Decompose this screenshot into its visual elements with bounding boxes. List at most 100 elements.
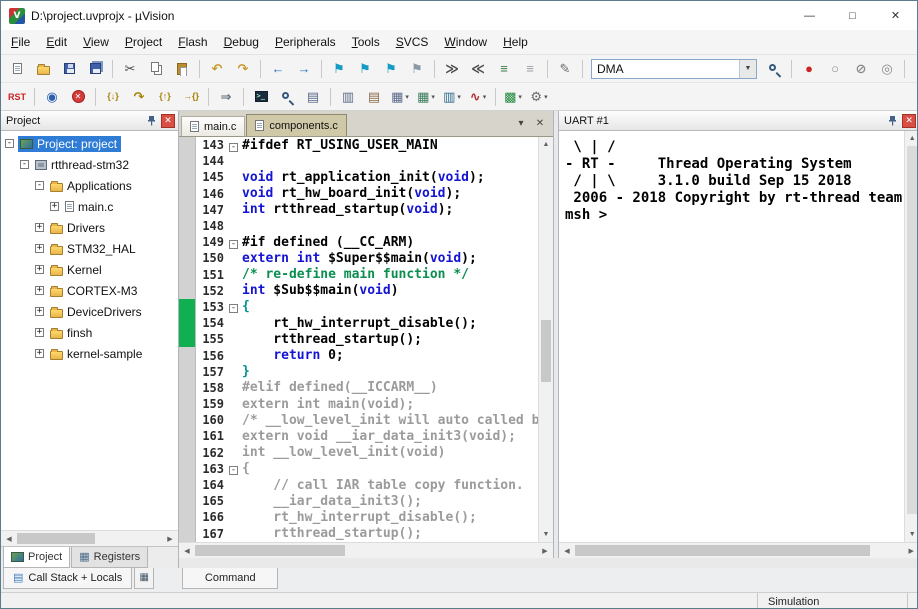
flag-button[interactable]: ⚑ — [910, 58, 917, 80]
editor-vertical-scrollbar[interactable]: ▲ ▼ — [538, 137, 553, 542]
breakpoint-gutter[interactable] — [179, 461, 196, 477]
pin-icon[interactable] — [885, 113, 900, 128]
menu-project[interactable]: Project — [117, 32, 170, 52]
tree-item-body[interactable]: rtthread-stm32 — [33, 157, 133, 173]
save-all-button[interactable] — [83, 58, 107, 80]
redo-button[interactable]: ↷ — [231, 58, 255, 80]
scrollbar-thumb[interactable] — [575, 545, 870, 556]
tab-registers[interactable]: ▦Registers — [71, 547, 148, 568]
project-panel-close-button[interactable]: ✕ — [161, 114, 175, 128]
menu-view[interactable]: View — [75, 32, 117, 52]
breakpoint-gutter[interactable] — [179, 202, 196, 218]
tree-item-kernel[interactable]: + Kernel — [1, 259, 178, 280]
scroll-up-arrow[interactable]: ▲ — [539, 137, 553, 152]
breakpoint-gutter[interactable] — [179, 396, 196, 412]
cut-button[interactable]: ✂ — [118, 58, 142, 80]
maximize-button[interactable]: □ — [831, 1, 874, 30]
tree-item-stm32-hal[interactable]: +STM32_HAL — [1, 238, 178, 259]
system-viewer-button[interactable]: ▩▾ — [501, 86, 525, 108]
toggle-bookmark-button[interactable]: ⚑ — [327, 58, 351, 80]
execution-marker[interactable] — [179, 315, 196, 331]
tab-project[interactable]: Project — [3, 547, 70, 568]
tree-item-kernel-sample[interactable]: +kernel-sample — [1, 343, 178, 364]
breakpoint-gutter[interactable] — [179, 477, 196, 493]
tab-components-c[interactable]: components.c — [246, 114, 346, 136]
analysis-window-button[interactable]: ∿▾ — [466, 86, 490, 108]
command-window-button[interactable] — [249, 86, 273, 108]
scrollbar-thumb[interactable] — [17, 533, 95, 544]
menu-flash[interactable]: Flash — [170, 32, 215, 52]
toolbox-button[interactable]: ⚙▾ — [527, 86, 551, 108]
scrollbar-track[interactable] — [905, 146, 918, 527]
tree-item-drivers[interactable]: +Drivers — [1, 217, 178, 238]
scrollbar-thumb[interactable] — [541, 320, 551, 382]
insert-breakpoint-button[interactable]: ● — [797, 58, 821, 80]
breakpoint-gutter[interactable] — [179, 218, 196, 234]
scroll-down-arrow[interactable]: ▼ — [539, 527, 553, 542]
fold-gutter[interactable]: - — [229, 138, 242, 153]
menu-edit[interactable]: Edit — [38, 32, 75, 52]
step-into-button[interactable]: {↓} — [101, 86, 125, 108]
enable-breakpoint-button[interactable]: ○ — [823, 58, 847, 80]
command-tab[interactable]: Command — [182, 568, 278, 589]
expand-icon[interactable]: + — [35, 307, 44, 316]
save-button[interactable] — [57, 58, 81, 80]
disassembly-window-button[interactable] — [275, 86, 299, 108]
comment-button[interactable]: ≡ — [492, 58, 516, 80]
expand-icon[interactable]: + — [35, 265, 44, 274]
uart-vertical-scrollbar[interactable]: ▲ ▼ — [904, 131, 918, 542]
call-stack-window-button[interactable]: ▤ — [362, 86, 386, 108]
breakpoint-gutter[interactable] — [179, 186, 196, 202]
breakpoint-gutter[interactable] — [179, 509, 196, 525]
breakpoint-gutter[interactable] — [179, 412, 196, 428]
collapse-icon[interactable]: - — [20, 160, 29, 169]
tree-item-rtthread-stm32[interactable]: -rtthread-stm32 — [1, 154, 178, 175]
scrollbar-thumb[interactable] — [907, 146, 917, 514]
project-tree[interactable]: -Project: project-rtthread-stm32-Applica… — [1, 131, 178, 530]
tab-close-button[interactable]: ✕ — [532, 116, 548, 132]
find-in-files-button[interactable] — [762, 58, 786, 80]
execution-marker[interactable] — [179, 299, 196, 315]
scrollbar-track[interactable] — [17, 531, 162, 546]
pin-icon[interactable] — [144, 113, 159, 128]
expand-icon[interactable]: + — [35, 328, 44, 337]
menu-peripherals[interactable]: Peripherals — [267, 32, 344, 52]
tree-item-project-project[interactable]: -Project: project — [1, 133, 178, 154]
new-file-button[interactable] — [5, 58, 29, 80]
scroll-down-arrow[interactable]: ▼ — [905, 527, 918, 542]
run-to-cursor-button[interactable]: →{} — [179, 86, 203, 108]
target-select[interactable]: DMA▼ — [591, 59, 757, 79]
scroll-left-arrow[interactable]: ◀ — [1, 531, 17, 546]
scroll-left-arrow[interactable]: ◀ — [179, 543, 195, 558]
breakpoint-gutter[interactable] — [179, 445, 196, 461]
tree-item-body[interactable]: kernel-sample — [48, 346, 146, 362]
unindent-button[interactable]: ≪ — [466, 58, 490, 80]
tree-item-body[interactable]: Kernel — [48, 262, 106, 278]
uart-terminal[interactable]: \ | / - RT - Thread Operating System / |… — [559, 131, 918, 542]
navigate-back-button[interactable]: ← — [266, 58, 290, 80]
symbols-window-button[interactable]: ▤ — [301, 86, 325, 108]
menu-tools[interactable]: Tools — [344, 32, 388, 52]
reset-button[interactable]: RST — [5, 86, 29, 108]
tree-item-body[interactable]: Applications — [48, 178, 136, 194]
scroll-up-arrow[interactable]: ▲ — [905, 131, 918, 146]
breakpoint-gutter[interactable] — [179, 428, 196, 444]
fold-collapse-icon[interactable]: - — [229, 304, 238, 313]
breakpoint-gutter[interactable] — [179, 234, 196, 250]
menu-file[interactable]: File — [3, 32, 38, 52]
tree-item-cortex-m3[interactable]: +CORTEX-M3 — [1, 280, 178, 301]
breakpoint-gutter[interactable] — [179, 526, 196, 542]
undo-button[interactable]: ↶ — [205, 58, 229, 80]
uart-panel-close-button[interactable]: ✕ — [902, 114, 916, 128]
scroll-right-arrow[interactable]: ▶ — [537, 543, 553, 558]
halt-button[interactable]: ◉ — [40, 86, 64, 108]
prev-bookmark-button[interactable]: ⚑ — [353, 58, 377, 80]
breakpoint-gutter[interactable] — [179, 137, 196, 153]
breakpoint-gutter[interactable] — [179, 347, 196, 363]
collapse-icon[interactable]: - — [35, 181, 44, 190]
breakpoint-gutter[interactable] — [179, 283, 196, 299]
expand-icon[interactable]: + — [50, 202, 59, 211]
breakpoint-gutter[interactable] — [179, 267, 196, 283]
breakpoint-gutter[interactable] — [179, 364, 196, 380]
menu-svcs[interactable]: SVCS — [388, 32, 437, 52]
